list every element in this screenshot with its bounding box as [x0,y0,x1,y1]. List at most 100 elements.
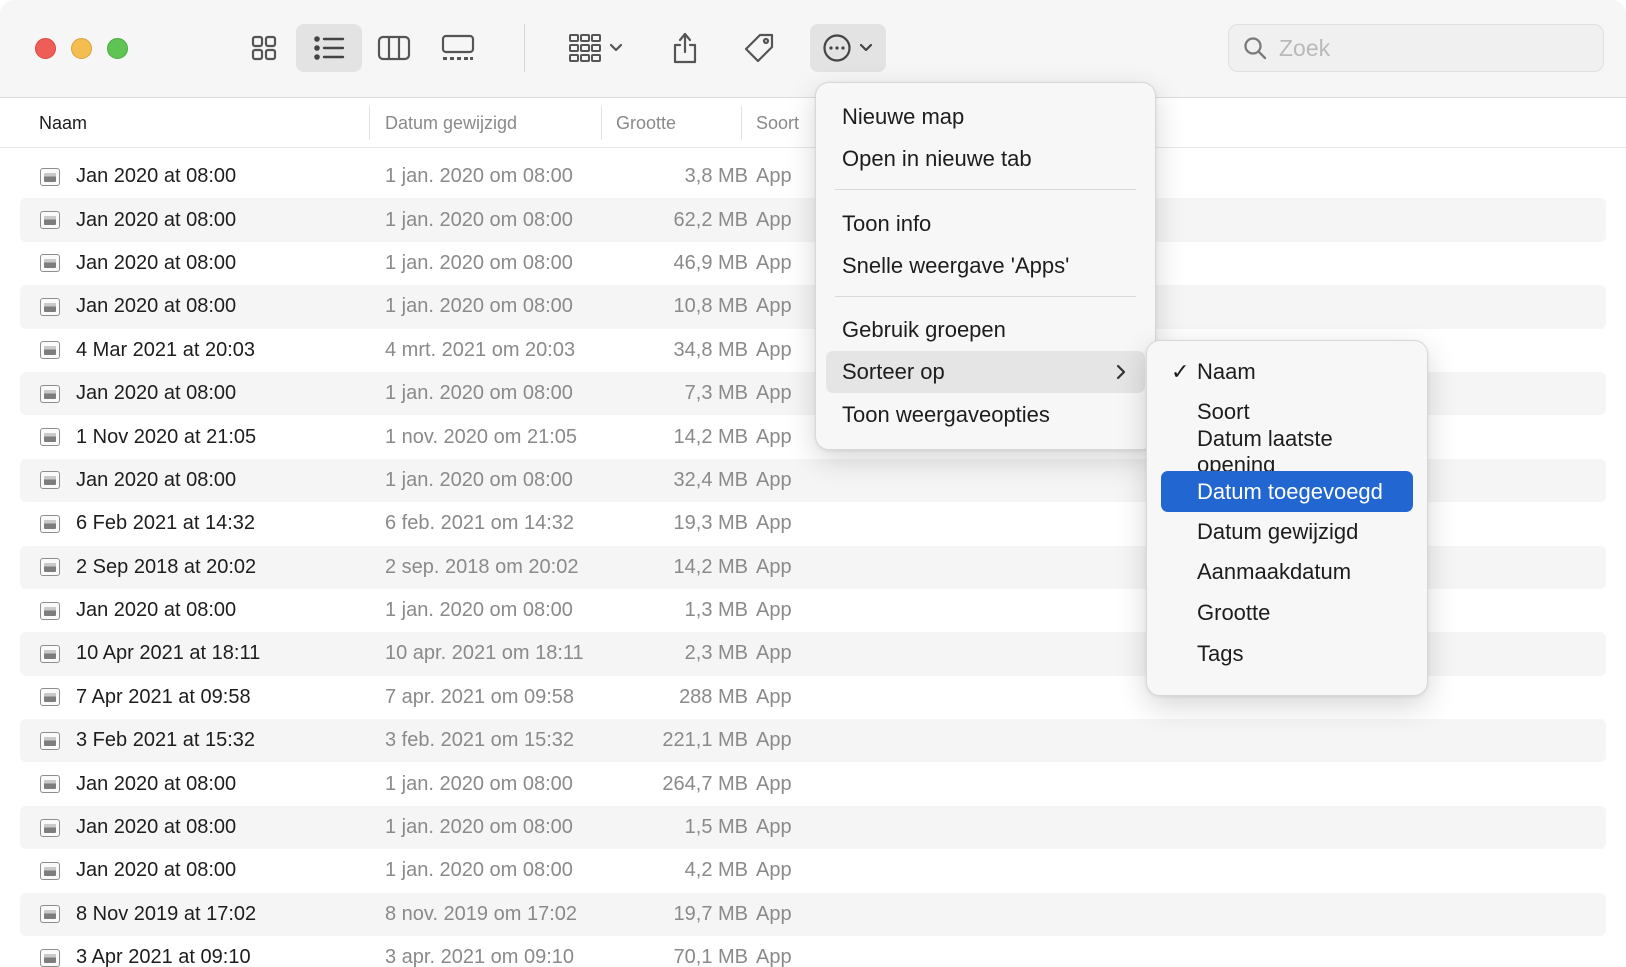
file-kind: App [756,772,792,795]
column-divider[interactable] [601,106,602,140]
file-date: 1 jan. 2020 om 08:00 [385,208,573,231]
file-name: 2 Sep 2018 at 20:02 [76,555,257,578]
file-kind: App [756,425,792,448]
file-size: 34,8 MB [673,338,748,361]
table-row[interactable]: 8 Nov 2019 at 17:02 8 nov. 2019 om 17:02 1… [20,892,1606,937]
search-input[interactable] [1279,34,1579,62]
file-name: 4 Mar 2021 at 20:03 [76,338,256,361]
menu-item-sort-by[interactable]: Sorteer op [826,351,1145,393]
table-row[interactable]: 3 Feb 2021 at 15:32 3 feb. 2021 om 15:32 2… [20,719,1606,763]
sort-option-name[interactable]: ✓ Naam [1161,351,1413,392]
sort-option-date-last-opened[interactable]: Datum laatste opening [1161,426,1413,477]
sort-option-date-created[interactable]: Aanmaakdatum [1161,551,1413,592]
table-row[interactable]: Jan 2020 at 08:00 1 jan. 2020 om 08:00 1,5… [20,805,1606,850]
file-date: 1 jan. 2020 om 08:00 [385,859,573,882]
file-kind: App [756,338,792,361]
table-row[interactable]: Jan 2020 at 08:00 1 jan. 2020 om 08:00 10,… [20,285,1606,329]
menu-item-view-options[interactable]: Toon weergaveopties [826,394,1145,436]
minimize-window-button[interactable] [71,38,92,59]
file-date: 1 jan. 2020 om 08:00 [385,772,573,795]
table-row[interactable]: Jan 2020 at 08:00 1 jan. 2020 om 08:00 46,… [20,242,1606,285]
tags-button[interactable] [736,24,782,72]
file-size: 288 MB [679,685,748,708]
file-kind: App [756,729,792,752]
sort-option-date-added[interactable]: Datum toegevoegd [1161,471,1413,512]
menu-item-quick-look[interactable]: Snelle weergave 'Apps' [826,245,1145,287]
file-name: Jan 2020 at 08:00 [76,859,237,882]
file-size: 7,3 MB [684,382,748,405]
file-kind: App [756,382,792,405]
app-file-icon [40,341,60,360]
sort-option-size[interactable]: Grootte [1161,592,1413,633]
icon-view-icon [251,35,277,61]
checkmark-icon: ✓ [1171,358,1190,384]
menu-item-open-new-tab[interactable]: Open in nieuwe tab [826,138,1145,180]
column-kind-header[interactable]: Soort [756,98,799,148]
menu-item-new-folder[interactable]: Nieuwe map [826,96,1145,138]
column-date-header[interactable]: Datum gewijzigd [385,98,517,148]
file-kind: App [756,685,792,708]
file-name: Jan 2020 at 08:00 [76,208,237,231]
app-file-icon [40,861,60,880]
column-view-button[interactable] [366,24,422,72]
app-file-icon [40,731,60,750]
file-kind: App [756,555,792,578]
file-date: 7 apr. 2021 om 09:58 [385,685,575,708]
group-grid-icon [569,34,601,62]
table-row[interactable]: Jan 2020 at 08:00 1 jan. 2020 om 08:00 4,2… [20,849,1606,892]
file-date: 10 apr. 2021 om 18:11 [385,642,584,665]
menu-item-use-groups[interactable]: Gebruik groepen [826,309,1145,351]
close-window-button[interactable] [35,38,56,59]
file-name: Jan 2020 at 08:00 [76,251,237,274]
search-field[interactable] [1228,24,1604,72]
file-date: 1 jan. 2020 om 08:00 [385,251,573,274]
search-icon [1244,37,1267,60]
gallery-view-button[interactable] [430,24,486,72]
share-icon [673,32,697,64]
file-date: 3 apr. 2021 om 09:10 [385,946,575,967]
app-file-icon [40,775,60,794]
file-kind: App [756,165,792,188]
file-kind: App [756,946,792,967]
table-row[interactable]: Jan 2020 at 08:00 1 jan. 2020 om 08:00 3,8… [20,155,1606,198]
column-divider[interactable] [741,106,742,140]
menu-item-show-info[interactable]: Toon info [826,203,1145,245]
column-divider[interactable] [369,106,370,140]
sort-option-label: Datum toegevoegd [1197,478,1383,504]
table-row[interactable]: Jan 2020 at 08:00 1 jan. 2020 om 08:00 264… [20,762,1606,805]
file-size: 1,5 MB [684,816,748,839]
finder-window: Naam Datum gewijzigd Grootte Soort Jan 2… [0,0,1626,967]
file-date: 1 jan. 2020 om 08:00 [385,165,573,188]
file-kind: App [756,251,792,274]
file-name: Jan 2020 at 08:00 [76,772,237,795]
file-name: 3 Feb 2021 at 15:32 [76,729,256,752]
list-view-button[interactable] [296,24,362,72]
file-size: 264,7 MB [662,772,748,795]
file-kind: App [756,208,792,231]
app-file-icon [40,167,60,186]
sort-option-label: Soort [1197,398,1250,424]
group-by-button[interactable] [558,24,634,72]
more-actions-button[interactable] [810,24,886,72]
chevron-right-icon [1116,364,1126,380]
share-button[interactable] [662,24,708,72]
icon-view-button[interactable] [236,24,292,72]
sort-option-tags[interactable]: Tags [1161,633,1413,674]
toolbar [0,0,1626,98]
table-row[interactable]: 3 Apr 2021 at 09:10 3 apr. 2021 om 09:10 7… [20,936,1606,967]
sort-option-label: Grootte [1197,599,1271,625]
file-size: 2,3 MB [684,642,748,665]
column-name-header[interactable]: Naam [39,98,87,148]
file-name: 7 Apr 2021 at 09:58 [76,685,251,708]
app-file-icon [40,211,60,230]
file-date: 1 jan. 2020 om 08:00 [385,382,573,405]
column-size-header[interactable]: Grootte [616,98,676,148]
file-kind: App [756,295,792,318]
more-actions-menu: Nieuwe map Open in nieuwe tab Toon info … [815,82,1156,450]
zoom-window-button[interactable] [107,38,128,59]
file-name: Jan 2020 at 08:00 [76,382,237,405]
table-row[interactable]: Jan 2020 at 08:00 1 jan. 2020 om 08:00 62,… [20,198,1606,242]
column-header: Naam Datum gewijzigd Grootte Soort [0,98,1626,148]
sort-option-date-modified[interactable]: Datum gewijzigd [1161,511,1413,552]
file-size: 32,4 MB [673,468,748,491]
